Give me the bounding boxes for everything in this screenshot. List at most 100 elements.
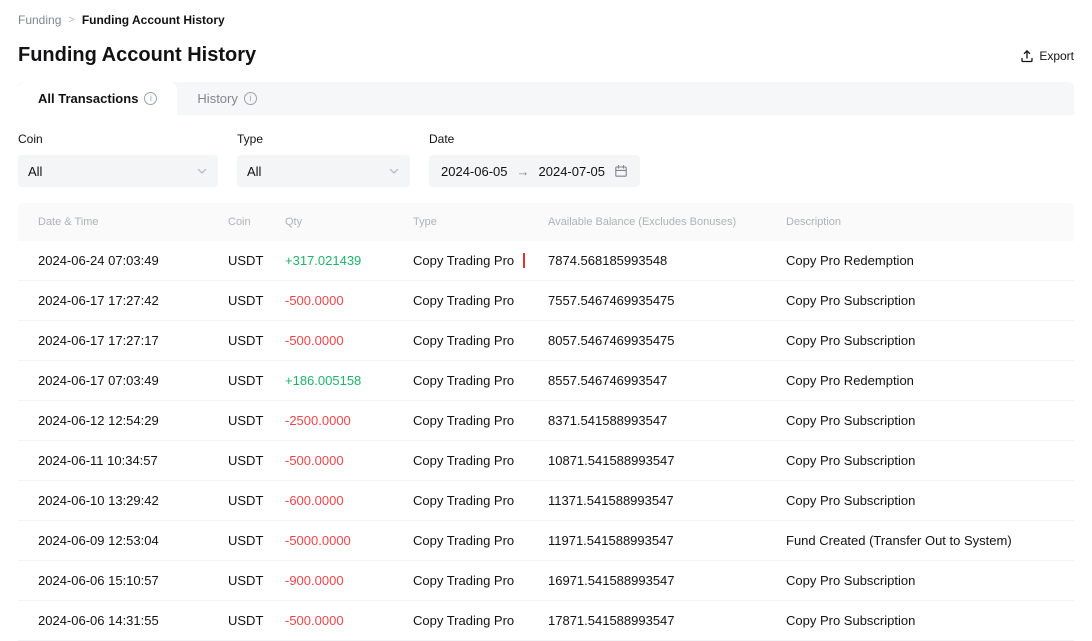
column-header: Description bbox=[786, 216, 1054, 228]
cell-type: Copy Trading Pro bbox=[413, 453, 548, 468]
table-row: 2024-06-11 10:34:57 USDT -500.0000 Copy … bbox=[18, 441, 1074, 481]
cell-balance: 16971.541588993547 bbox=[548, 573, 786, 588]
cell-coin: USDT bbox=[228, 573, 285, 588]
info-icon[interactable]: i bbox=[144, 92, 157, 105]
cell-type: Copy Trading Pro bbox=[413, 413, 548, 428]
cell-balance: 8371.541588993547 bbox=[548, 413, 786, 428]
coin-select[interactable]: All bbox=[18, 155, 218, 187]
cell-type: Copy Trading Pro bbox=[413, 373, 548, 388]
tab-bar: All Transactions i History i bbox=[18, 82, 1074, 115]
cell-type-text: Copy Trading Pro bbox=[413, 493, 514, 508]
cell-coin: USDT bbox=[228, 333, 285, 348]
date-filter-group: Date 2024-06-05 → 2024-07-05 bbox=[429, 132, 640, 187]
date-filter-label: Date bbox=[429, 132, 640, 146]
table-row: 2024-06-09 12:53:04 USDT -5000.0000 Copy… bbox=[18, 521, 1074, 561]
table-row: 2024-06-17 07:03:49 USDT +186.005158 Cop… bbox=[18, 361, 1074, 401]
cell-datetime: 2024-06-17 17:27:42 bbox=[38, 293, 228, 308]
cell-datetime: 2024-06-09 12:53:04 bbox=[38, 533, 228, 548]
type-select-value: All bbox=[247, 164, 261, 179]
cell-type: Copy Trading Pro bbox=[413, 573, 548, 588]
column-header: Qty bbox=[285, 216, 413, 228]
table-row: 2024-06-12 12:54:29 USDT -2500.0000 Copy… bbox=[18, 401, 1074, 441]
cell-type-text: Copy Trading Pro bbox=[413, 533, 514, 548]
cell-description: Copy Pro Subscription bbox=[786, 413, 1054, 428]
breadcrumb-separator: > bbox=[68, 14, 74, 26]
table-row: 2024-06-17 17:27:17 USDT -500.0000 Copy … bbox=[18, 321, 1074, 361]
date-start: 2024-06-05 bbox=[441, 164, 508, 179]
breadcrumb-current: Funding Account History bbox=[82, 13, 225, 27]
table-header-row: Date & TimeCoinQtyTypeAvailable Balance … bbox=[18, 203, 1074, 241]
title-row: Funding Account History Export bbox=[0, 27, 1092, 82]
cell-type: Copy Trading Pro bbox=[413, 533, 548, 548]
cell-type: Copy Trading Pro bbox=[413, 253, 548, 268]
cell-coin: USDT bbox=[228, 293, 285, 308]
column-header: Available Balance (Excludes Bonuses) bbox=[548, 216, 786, 228]
tab-history[interactable]: History i bbox=[177, 82, 276, 115]
cell-type: Copy Trading Pro bbox=[413, 293, 548, 308]
cell-type: Copy Trading Pro bbox=[413, 333, 548, 348]
table-row: 2024-06-06 14:31:55 USDT -500.0000 Copy … bbox=[18, 601, 1074, 641]
cell-balance: 7557.5467469935475 bbox=[548, 293, 786, 308]
export-icon bbox=[1020, 49, 1034, 63]
cell-qty: -900.0000 bbox=[285, 573, 413, 588]
cell-qty: -5000.0000 bbox=[285, 533, 413, 548]
coin-select-value: All bbox=[28, 164, 42, 179]
cell-description: Fund Created (Transfer Out to System) bbox=[786, 533, 1054, 548]
cell-qty: -2500.0000 bbox=[285, 413, 413, 428]
cell-qty: +317.021439 bbox=[285, 253, 413, 268]
tab-all-transactions[interactable]: All Transactions i bbox=[18, 82, 177, 115]
chevron-down-icon bbox=[388, 165, 400, 177]
table-row: 2024-06-10 13:29:42 USDT -600.0000 Copy … bbox=[18, 481, 1074, 521]
cell-coin: USDT bbox=[228, 533, 285, 548]
cell-coin: USDT bbox=[228, 253, 285, 268]
cell-type-text: Copy Trading Pro bbox=[413, 573, 514, 588]
cell-description: Copy Pro Subscription bbox=[786, 333, 1054, 348]
cell-type: Copy Trading Pro bbox=[413, 613, 548, 628]
tab-all-transactions-label: All Transactions bbox=[38, 91, 138, 106]
cell-description: Copy Pro Subscription bbox=[786, 293, 1054, 308]
cell-datetime: 2024-06-12 12:54:29 bbox=[38, 413, 228, 428]
cell-balance: 10871.541588993547 bbox=[548, 453, 786, 468]
cell-type-text: Copy Trading Pro bbox=[413, 253, 525, 268]
cell-datetime: 2024-06-17 17:27:17 bbox=[38, 333, 228, 348]
calendar-icon bbox=[614, 164, 628, 178]
cell-description: Copy Pro Subscription bbox=[786, 493, 1054, 508]
cell-datetime: 2024-06-24 07:03:49 bbox=[38, 253, 228, 268]
cell-type-text: Copy Trading Pro bbox=[413, 453, 514, 468]
cell-coin: USDT bbox=[228, 493, 285, 508]
breadcrumb-funding[interactable]: Funding bbox=[18, 13, 61, 27]
transactions-table: Date & TimeCoinQtyTypeAvailable Balance … bbox=[18, 203, 1074, 641]
info-icon[interactable]: i bbox=[244, 92, 257, 105]
column-header: Coin bbox=[228, 216, 285, 228]
cell-type-text: Copy Trading Pro bbox=[413, 373, 514, 388]
cell-balance: 11971.541588993547 bbox=[548, 533, 786, 548]
table-row: 2024-06-06 15:10:57 USDT -900.0000 Copy … bbox=[18, 561, 1074, 601]
coin-filter-group: Coin All bbox=[18, 132, 218, 187]
date-end: 2024-07-05 bbox=[539, 164, 606, 179]
date-range-arrow: → bbox=[517, 164, 530, 179]
type-select[interactable]: All bbox=[237, 155, 410, 187]
type-filter-group: Type All bbox=[237, 132, 410, 187]
cell-qty: +186.005158 bbox=[285, 373, 413, 388]
page-title: Funding Account History bbox=[18, 44, 256, 67]
cell-type-text: Copy Trading Pro bbox=[413, 293, 514, 308]
cell-datetime: 2024-06-06 14:31:55 bbox=[38, 613, 228, 628]
cell-qty: -500.0000 bbox=[285, 333, 413, 348]
column-header: Type bbox=[413, 216, 548, 228]
type-filter-label: Type bbox=[237, 132, 410, 146]
export-button[interactable]: Export bbox=[1020, 49, 1074, 63]
cell-description: Copy Pro Redemption bbox=[786, 253, 1054, 268]
cell-balance: 8057.5467469935475 bbox=[548, 333, 786, 348]
date-range-picker[interactable]: 2024-06-05 → 2024-07-05 bbox=[429, 155, 640, 187]
cell-type-text: Copy Trading Pro bbox=[413, 413, 514, 428]
cell-coin: USDT bbox=[228, 413, 285, 428]
column-header: Date & Time bbox=[38, 216, 228, 228]
chevron-down-icon bbox=[196, 165, 208, 177]
cell-qty: -500.0000 bbox=[285, 613, 413, 628]
cell-type: Copy Trading Pro bbox=[413, 493, 548, 508]
cell-qty: -500.0000 bbox=[285, 293, 413, 308]
cell-balance: 11371.541588993547 bbox=[548, 493, 786, 508]
cell-description: Copy Pro Subscription bbox=[786, 453, 1054, 468]
tab-history-label: History bbox=[197, 91, 237, 106]
cell-datetime: 2024-06-11 10:34:57 bbox=[38, 453, 228, 468]
